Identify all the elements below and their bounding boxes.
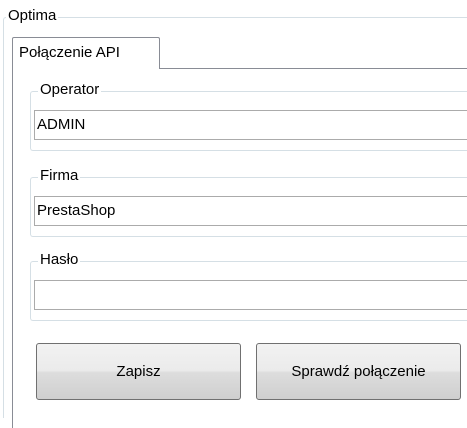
- haslo-group: Hasło: [30, 251, 467, 321]
- password-input[interactable]: [34, 280, 467, 310]
- save-button[interactable]: Zapisz: [36, 343, 241, 400]
- operator-group: Operator ADMIN: [30, 81, 467, 151]
- test-connection-button[interactable]: Sprawdź połączenie: [256, 343, 461, 400]
- tab-polaczenie-api[interactable]: Połączenie API: [12, 37, 160, 69]
- tab-label: Połączenie API: [19, 44, 120, 61]
- firma-group: Firma PrestaShop: [30, 167, 467, 237]
- firma-input[interactable]: PrestaShop: [34, 196, 467, 226]
- optima-group-title: Optima: [6, 7, 59, 25]
- operator-input[interactable]: ADMIN: [34, 110, 467, 140]
- firma-label: Firma: [38, 167, 81, 185]
- operator-label: Operator: [38, 81, 102, 99]
- haslo-label: Hasło: [38, 251, 81, 269]
